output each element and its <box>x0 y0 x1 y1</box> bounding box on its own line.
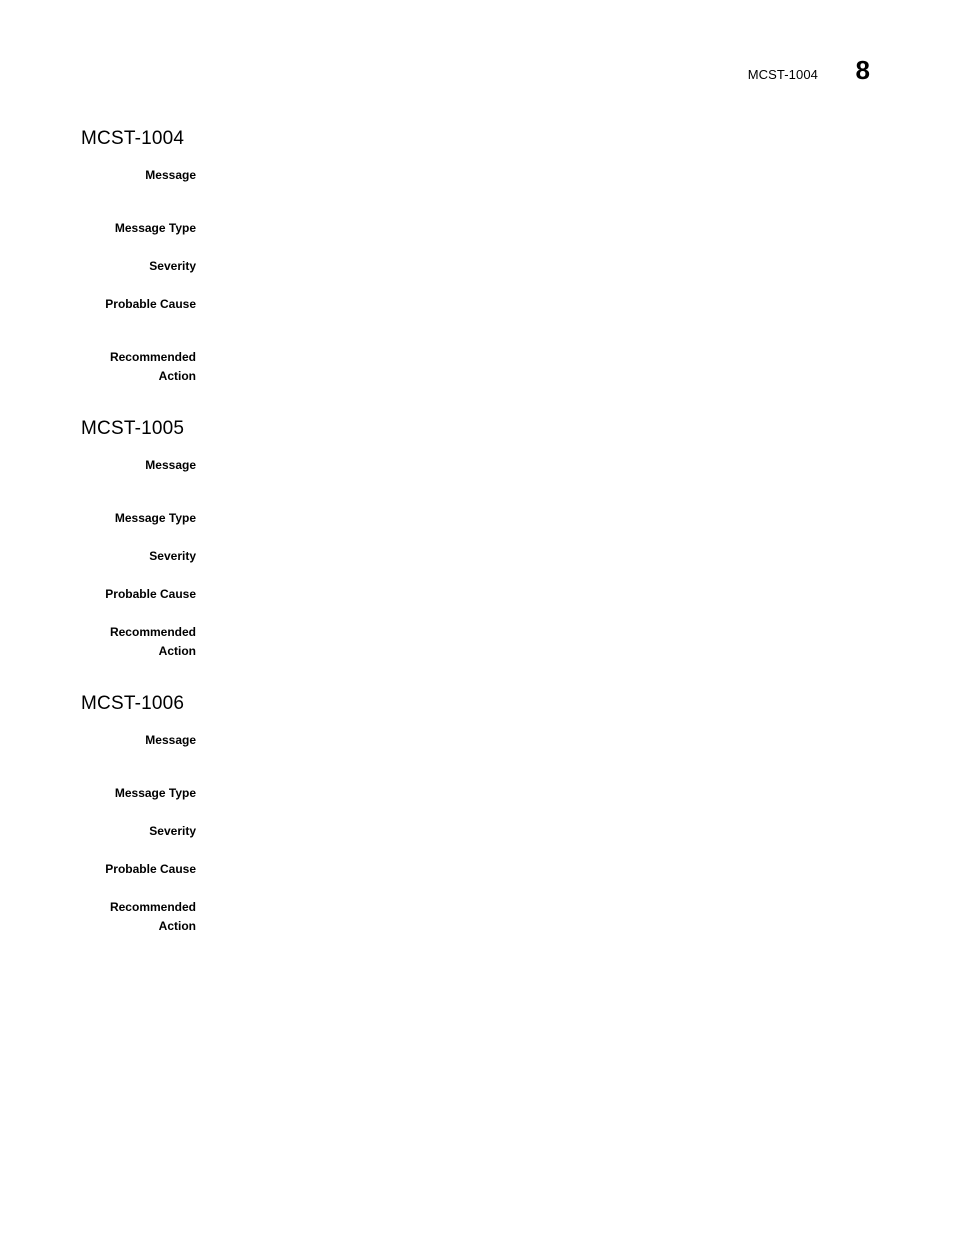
field-label-probable-cause: Probable Cause <box>105 586 196 601</box>
field-value-probable-cause <box>196 860 881 879</box>
section-heading: MCST-1005 <box>81 417 185 439</box>
field-label-recommended-action: Recommended Action <box>109 624 196 658</box>
section-heading: MCST-1006 <box>81 692 185 714</box>
field-value-message <box>196 731 881 750</box>
field-value-probable-cause <box>196 295 881 314</box>
field-label-recommended-action: Recommended Action <box>109 899 196 933</box>
field-value-recommended-action <box>196 898 881 917</box>
message-section: MCST-1006 Message Message Type Severity … <box>81 693 881 936</box>
field-label-probable-cause: Probable Cause <box>105 861 196 876</box>
field-value-recommended-action <box>196 623 881 642</box>
field-value-message-type <box>196 509 881 528</box>
field-row: Message <box>81 731 881 750</box>
field-row: Recommended Action <box>81 348 881 386</box>
message-section: MCST-1005 Message Message Type Severity … <box>81 418 881 661</box>
field-value-message <box>196 456 881 475</box>
field-value-message-type <box>196 219 881 238</box>
field-label-message: Message <box>145 457 196 472</box>
field-label-message: Message <box>145 732 196 747</box>
field-value-recommended-action <box>196 348 881 367</box>
field-label-severity: Severity <box>149 823 196 838</box>
field-label-message-type: Message Type <box>114 785 196 800</box>
section-heading: MCST-1004 <box>81 128 185 149</box>
page-running-header: MCST-1004 8 <box>748 57 870 83</box>
field-value-severity <box>196 257 881 276</box>
field-row: Recommended Action <box>81 623 881 661</box>
field-label-severity: Severity <box>149 548 196 563</box>
page-number: 8 <box>855 55 870 85</box>
field-value-message-type <box>196 784 881 803</box>
field-label-message-type: Message Type <box>114 510 196 525</box>
document-page: MCST-1004 8 MCST-1004 Message Message Ty… <box>0 0 954 1235</box>
field-row: Message Type <box>81 509 881 528</box>
field-label-message-type: Message Type <box>114 220 196 235</box>
header-document-id: MCST-1004 <box>747 67 818 82</box>
field-label-severity: Severity <box>149 258 196 273</box>
field-row: Severity <box>81 822 881 841</box>
message-section: MCST-1004 Message Message Type Severity … <box>81 128 881 386</box>
field-value-severity <box>196 822 881 841</box>
field-label-probable-cause: Probable Cause <box>105 296 196 311</box>
field-label-recommended-action: Recommended Action <box>109 349 196 383</box>
field-row: Probable Cause <box>81 295 881 314</box>
field-row: Recommended Action <box>81 898 881 936</box>
field-value-severity <box>196 547 881 566</box>
field-row: Message Type <box>81 219 881 238</box>
field-row: Message Type <box>81 784 881 803</box>
field-value-message <box>196 166 881 185</box>
field-label-message: Message <box>145 167 196 182</box>
field-row: Probable Cause <box>81 860 881 879</box>
field-value-probable-cause <box>196 585 881 604</box>
field-row: Probable Cause <box>81 585 881 604</box>
field-row: Severity <box>81 257 881 276</box>
field-row: Message <box>81 166 881 185</box>
field-row: Severity <box>81 547 881 566</box>
page-content: MCST-1004 Message Message Type Severity … <box>81 128 881 936</box>
field-row: Message <box>81 456 881 475</box>
